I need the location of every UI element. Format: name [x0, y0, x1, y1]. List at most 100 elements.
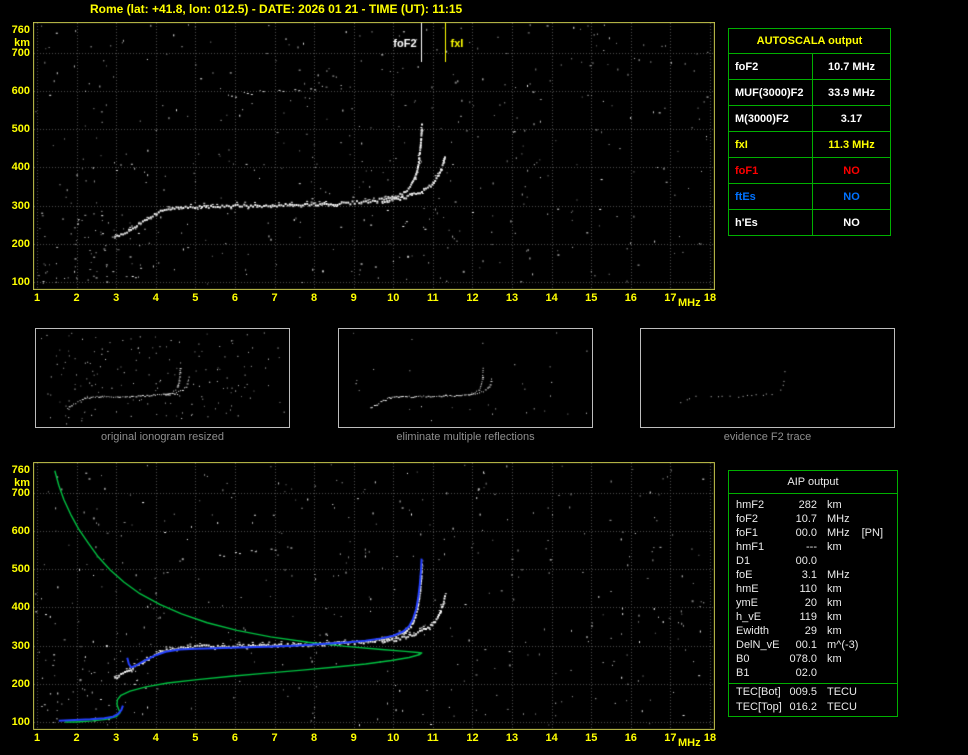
y-tick-label: 700 — [11, 46, 30, 59]
aip-param-value: 078.0 — [789, 653, 817, 665]
autoscala-output-title: AUTOSCALA output — [729, 29, 890, 54]
aip-param-unit: MHz — [827, 513, 850, 525]
aip-param-value: 29 — [804, 625, 817, 637]
scaled-ionogram-plot — [33, 22, 715, 290]
aip-tec-label: TEC[Top] — [736, 701, 782, 713]
aip-row: foF1 00.0 MHz [PN] — [729, 526, 897, 540]
autoscala-param-value: 11.3 MHz — [828, 138, 875, 151]
autoscala-rows: foF2 10.7 MHz MUF(3000)F2 33.9 MHz M(3000)F2… — [729, 54, 890, 235]
aip-param-note — [850, 512, 862, 526]
x-tick-label: 2 — [73, 732, 80, 744]
thumbnail-f2-trace — [640, 328, 895, 428]
y-tick-label: 700 — [11, 486, 30, 499]
x-tick-label: 6 — [231, 292, 238, 304]
aip-param-note — [850, 568, 862, 582]
x-tick-label: 13 — [505, 732, 519, 744]
aip-output-title: AIP output — [729, 471, 897, 494]
x-tick-label: 16 — [624, 732, 637, 744]
aip-param-note — [842, 624, 854, 638]
aip-param-unit: MHz — [827, 569, 850, 581]
aip-param-unit: km — [827, 499, 842, 511]
aip-row: D1 00.0 — [729, 554, 897, 568]
autoscala-row: M(3000)F2 3.17 — [729, 106, 890, 132]
aip-row: foF2 10.7 MHz — [729, 512, 897, 526]
y-tick-label: 400 — [11, 161, 30, 174]
aip-param-value: --- — [806, 541, 817, 553]
aip-tec-label: TEC[Bot] — [736, 686, 781, 698]
aip-param-value: 10.7 — [795, 513, 817, 525]
aip-param-value: 20 — [804, 597, 817, 609]
aip-param-label: hmF1 — [736, 541, 765, 553]
y-tick-label: 760 — [11, 24, 30, 36]
aip-param-unit: km — [827, 653, 842, 665]
aip-param-label: B1 — [736, 667, 750, 679]
y-tick-label: 500 — [11, 123, 30, 136]
aip-param-unit: km — [827, 597, 842, 609]
aip-param-note — [858, 638, 870, 652]
y-tick-label: 500 — [11, 563, 30, 576]
thumbnail-caption: evidence F2 trace — [723, 431, 812, 443]
aip-param-label: hmE — [736, 583, 759, 595]
autoscala-row: foF1 NO — [729, 158, 890, 184]
aip-param-label: hmF2 — [736, 499, 765, 511]
autoscala-param-label: foF1 — [729, 158, 813, 183]
aip-tec-row: TEC[Top] 016.2 TECU — [729, 700, 897, 715]
autoscala-row: MUF(3000)F2 33.9 MHz — [729, 80, 890, 106]
x-tick-label: 8 — [311, 732, 318, 744]
autoscala-row: foF2 10.7 MHz — [729, 54, 890, 80]
aip-param-unit: km — [827, 541, 842, 553]
aip-row: h_vE 119 km — [729, 610, 897, 624]
x-tick-label: 14 — [545, 732, 558, 744]
aip-param-note — [842, 582, 854, 596]
aip-tec-value: 009.5 — [789, 686, 817, 698]
aip-param-value: 00.1 — [795, 639, 817, 651]
x-tick-label: 12 — [466, 292, 479, 304]
x-tick-label: 5 — [192, 732, 199, 744]
x-tick-label: 11 — [427, 292, 439, 304]
thumbnail-caption: eliminate multiple reflections — [396, 431, 535, 443]
thumbnail-canvas — [36, 329, 289, 427]
autoscala-output-table: AUTOSCALA output foF2 10.7 MHz MUF(3000)F2… — [728, 28, 891, 236]
aip-param-label: D1 — [736, 555, 751, 567]
aip-param-value: 3.1 — [801, 569, 817, 581]
aip-param-unit: m^(-3) — [827, 639, 859, 651]
x-tick-label: 14 — [545, 292, 558, 304]
aip-row: Ewidth 29 km — [729, 624, 897, 638]
autoscala-app-window: Rome (lat: +41.8, lon: 012.5) - DATE: 20… — [0, 0, 968, 755]
x-tick-label: 1 — [33, 732, 41, 744]
aip-param-label: foF2 — [736, 513, 759, 525]
x-tick-label: 17 — [664, 292, 677, 304]
aip-row: foE 3.1 MHz — [729, 568, 897, 582]
thumbnail-caption: original ionogram resized — [101, 431, 224, 443]
autoscala-param-label: MUF(3000)F2 — [729, 80, 813, 105]
aip-param-note — [827, 554, 839, 568]
aip-param-note — [842, 498, 854, 512]
thumbnail-original-ionogram — [35, 328, 290, 428]
x-tick-label: 3 — [113, 732, 120, 744]
aip-param-note — [842, 596, 854, 610]
aip-param-label: Ewidth — [736, 625, 770, 637]
aip-row: DelN_vE 00.1 m^(-3) — [729, 638, 897, 652]
y-tick-label: 200 — [11, 677, 30, 690]
x-tick-label: 3 — [113, 292, 120, 304]
autoscala-param-label: fxI — [729, 132, 813, 157]
aip-param-note — [842, 652, 854, 666]
aip-tec-unit: TECU — [827, 701, 857, 713]
aip-row: hmF1 --- km — [729, 540, 897, 554]
aip-row: B1 02.0 — [729, 666, 897, 680]
x-tick-label: 13 — [505, 292, 519, 304]
y-tick-label: 100 — [11, 716, 30, 728]
autoscala-param-value: 33.9 MHz — [827, 86, 876, 99]
station-date-title: Rome (lat: +41.8, lon: 012.5) - DATE: 20… — [90, 2, 463, 16]
y-tick-label: 400 — [11, 601, 30, 614]
x-tick-label: 10 — [387, 292, 400, 304]
x-tick-label: 16 — [624, 292, 637, 304]
x-tick-label: 11 — [427, 732, 439, 744]
aip-rows: hmF2 282 km foF2 10.7 MHz foF1 00.0 MHz [PN] hmF1 -… — [729, 494, 897, 683]
y-tick-label: 600 — [11, 85, 30, 98]
aip-row: hmF2 282 km — [729, 498, 897, 512]
x-tick-label: 17 — [664, 732, 677, 744]
x-tick-label: 4 — [152, 292, 159, 304]
aip-param-unit — [817, 666, 827, 680]
x-tick-label: 2 — [73, 292, 80, 304]
